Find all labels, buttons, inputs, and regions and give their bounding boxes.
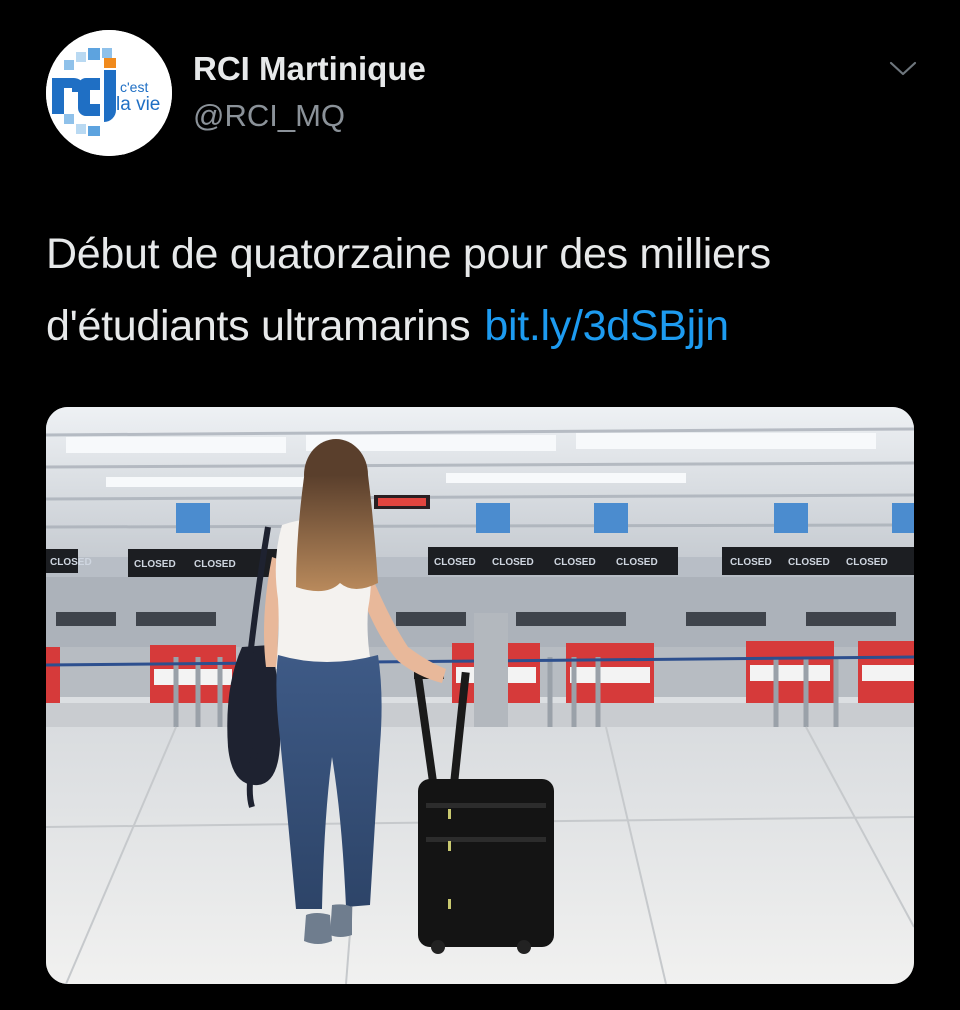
closed-label-9: CLOSED <box>846 557 888 568</box>
chevron-down-icon <box>889 61 917 76</box>
author-handle[interactable]: @RCI_MQ <box>193 98 345 134</box>
closed-label-4: CLOSED <box>492 557 534 568</box>
avatar[interactable]: c'est la vie <box>46 30 172 156</box>
closed-label-6: CLOSED <box>616 557 658 568</box>
logo-tagline-2: la vie <box>116 94 160 115</box>
closed-label-10: CLOSED <box>50 557 92 568</box>
closed-label-5: CLOSED <box>554 557 596 568</box>
closed-label-2: CLOSED <box>194 559 236 570</box>
airport-photo: CLOSED CLOSED CLOSED CLOSED CLOSED CLOSE… <box>46 407 914 984</box>
rci-logo-icon: c'est la vie <box>46 30 172 156</box>
tweet-link[interactable]: bit.ly/3dSBjjn <box>484 302 729 350</box>
tweet-card: c'est la vie RCI Martinique @RCI_MQ Débu… <box>0 0 960 1010</box>
closed-label-8: CLOSED <box>788 557 830 568</box>
tweet-menu-button[interactable] <box>888 58 918 78</box>
tweet-text: Début de quatorzaine pour des milliers d… <box>46 218 926 362</box>
logo-tagline-1: c'est <box>120 79 148 95</box>
closed-label-3: CLOSED <box>434 557 476 568</box>
closed-label-7: CLOSED <box>730 557 772 568</box>
author-name[interactable]: RCI Martinique <box>193 50 426 88</box>
closed-label-1: CLOSED <box>134 559 176 570</box>
tweet-media-image[interactable]: CLOSED CLOSED CLOSED CLOSED CLOSED CLOSE… <box>46 407 914 984</box>
